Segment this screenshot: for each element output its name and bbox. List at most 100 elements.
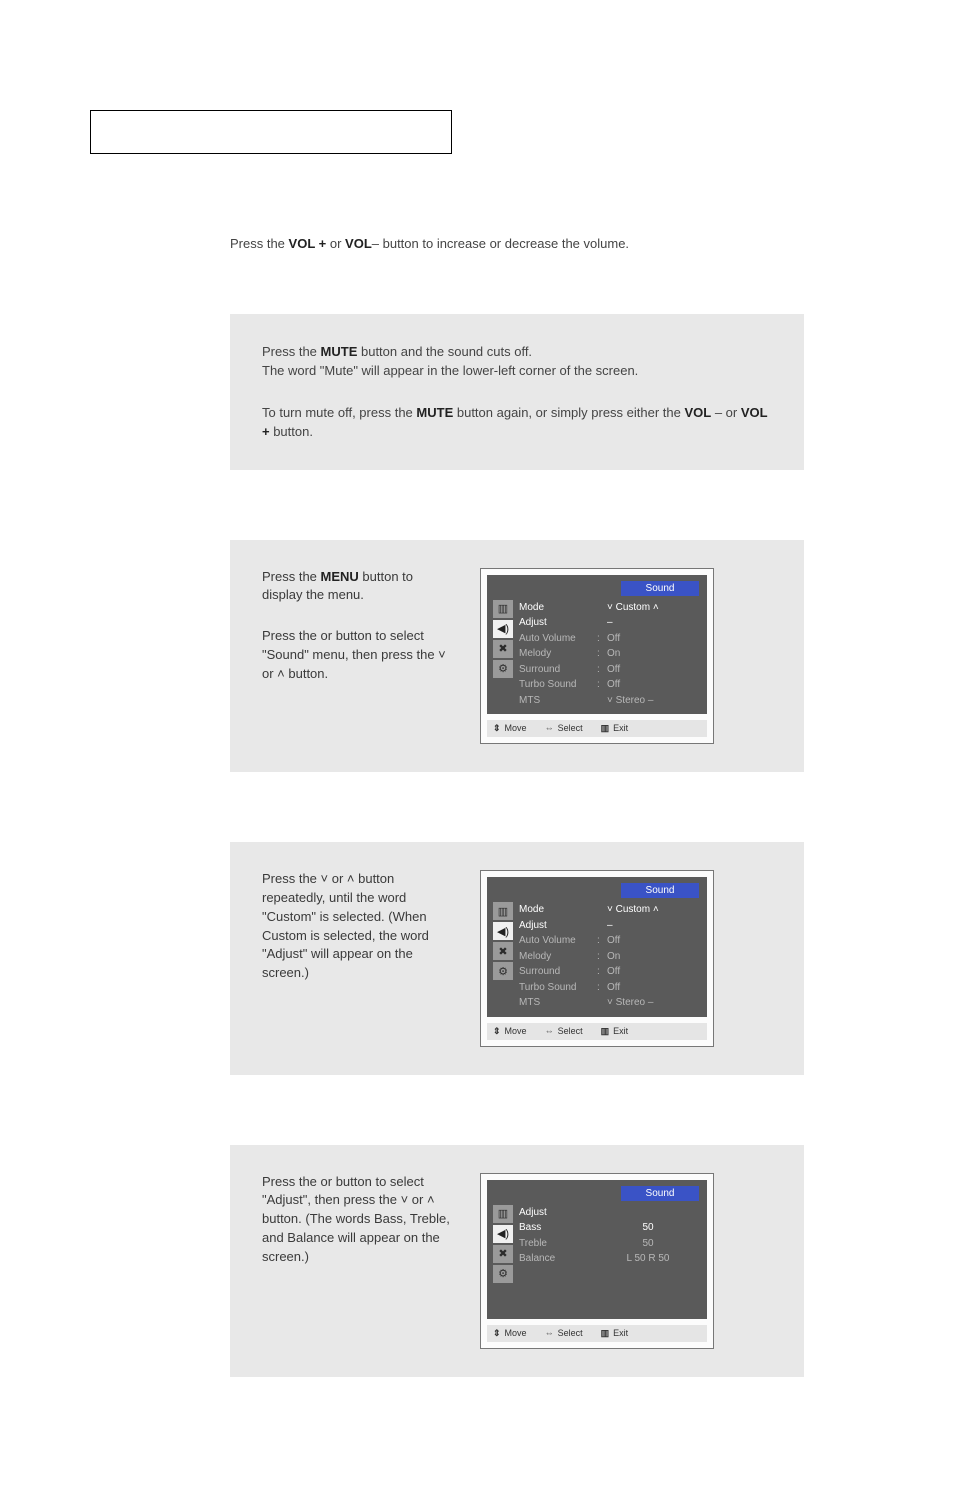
osd-row-colon: : — [597, 933, 607, 949]
osd-menu-row: Surround:Off — [519, 662, 699, 678]
osd-move-hint: Move — [493, 1026, 527, 1037]
osd-row-colon — [597, 918, 607, 934]
osd-exit-hint: Exit — [601, 1026, 629, 1037]
osd-row-value: On — [607, 949, 699, 965]
text: Press the — [230, 236, 289, 251]
sound-icon: ◀) — [493, 1225, 513, 1243]
setup-icon: ⚙ — [493, 1265, 513, 1283]
vol-minus-label: VOL — [345, 236, 372, 251]
osd-row-label: Adjust — [519, 918, 597, 934]
osd-row-colon — [597, 615, 607, 631]
osd-row-label: Melody — [519, 949, 597, 965]
text: Press the — [262, 569, 321, 584]
osd-row-colon: : — [597, 677, 607, 693]
text: Press the or button to select "Sound" me… — [262, 627, 452, 684]
osd-row-label: Auto Volume — [519, 631, 597, 647]
mute-button-label: MUTE — [321, 344, 358, 359]
osd-row-colon — [597, 995, 607, 1011]
osd-exit-hint: Exit — [601, 723, 629, 734]
osd-row-value: Off — [607, 980, 699, 996]
osd-menu-row: Mode˅ Custom ˄ — [519, 600, 699, 616]
picture-icon: ▥ — [493, 902, 513, 920]
osd-row-value: Off — [607, 677, 699, 693]
osd-move-hint: Move — [493, 1328, 527, 1339]
osd-menu-row: Adjust — [519, 1205, 699, 1221]
osd-row-label: Mode — [519, 902, 597, 918]
text: Press the — [262, 344, 321, 359]
osd-row-value: Off — [607, 631, 699, 647]
mute-section: Press the MUTE button and the sound cuts… — [230, 314, 804, 470]
osd-adjust-menu: Sound ▥ ◀) ✖ ⚙ AdjustBass50Treble50Balan… — [480, 1173, 714, 1350]
osd-menu-row: Treble50 — [519, 1236, 699, 1252]
osd-title: Sound — [621, 1186, 699, 1201]
osd-row-colon: : — [597, 964, 607, 980]
osd-footer: Move Select Exit — [487, 1023, 707, 1040]
osd-row-label: Surround — [519, 662, 597, 678]
osd-row-value: Off — [607, 662, 699, 678]
osd-exit-hint: Exit — [601, 1328, 629, 1339]
osd-row-value: ˅ Custom ˄ — [607, 902, 699, 918]
osd-row-label: Bass — [519, 1220, 597, 1236]
osd-menu-row: Melody:On — [519, 949, 699, 965]
osd-menu-row: MTS˅ Stereo – — [519, 693, 699, 709]
setup-icon: ⚙ — [493, 660, 513, 678]
text: – or — [711, 405, 741, 420]
osd-menu-row: Auto Volume:Off — [519, 933, 699, 949]
osd-row-value: ˅ Stereo – — [607, 693, 699, 709]
osd-row-colon — [597, 902, 607, 918]
sound-icon: ◀) — [493, 922, 513, 940]
osd-row-label: Turbo Sound — [519, 677, 597, 693]
vol-minus-label: VOL — [684, 405, 711, 420]
channel-icon: ✖ — [493, 640, 513, 658]
osd-row-label: Turbo Sound — [519, 980, 597, 996]
osd-row-value: 50 — [597, 1220, 699, 1236]
osd-move-hint: Move — [493, 723, 527, 734]
osd-row-colon: : — [597, 949, 607, 965]
osd-row-label: Adjust — [519, 615, 597, 631]
osd-row-value: – — [607, 615, 699, 631]
osd-select-hint: Select — [545, 723, 583, 734]
text: button. — [270, 424, 313, 439]
osd-title: Sound — [621, 581, 699, 596]
section-title-box — [90, 110, 452, 154]
osd-row-colon: : — [597, 662, 607, 678]
osd-row-label: Adjust — [519, 1205, 597, 1221]
osd-row-label: Balance — [519, 1251, 597, 1267]
step2-section: Press the ˅ or ˄ button repeatedly, unti… — [230, 842, 804, 1075]
osd-menu-row: Surround:Off — [519, 964, 699, 980]
osd-sound-menu: Sound ▥ ◀) ✖ ⚙ Mode˅ Custom ˄Adjust –Aut… — [480, 870, 714, 1047]
osd-sound-menu: Sound ▥ ◀) ✖ ⚙ Mode˅ Custom ˄Adjust –Aut… — [480, 568, 714, 745]
picture-icon: ▥ — [493, 1205, 513, 1223]
osd-category-icons: ▥ ◀) ✖ ⚙ — [493, 902, 513, 1011]
osd-menu-row: Turbo Sound:Off — [519, 980, 699, 996]
osd-menu-row: BalanceL 50 R 50 — [519, 1251, 699, 1267]
vol-plus-label: VOL + — [289, 236, 327, 251]
osd-row-colon — [597, 693, 607, 709]
text: – button to increase or decrease the vol… — [372, 236, 629, 251]
picture-icon: ▥ — [493, 600, 513, 618]
sound-icon: ◀) — [493, 620, 513, 638]
osd-title: Sound — [621, 883, 699, 898]
osd-row-label: Mode — [519, 600, 597, 616]
osd-row-colon: : — [597, 980, 607, 996]
osd-row-label: MTS — [519, 995, 597, 1011]
text: button again, or simply press either the — [453, 405, 684, 420]
osd-menu-row: Melody:On — [519, 646, 699, 662]
osd-menu-row: Adjust – — [519, 615, 699, 631]
osd-menu-row: Mode ˅ Custom ˄ — [519, 902, 699, 918]
osd-footer: Move Select Exit — [487, 720, 707, 737]
osd-row-label: Surround — [519, 964, 597, 980]
osd-row-value: ˅ Stereo – — [607, 995, 699, 1011]
osd-menu-row: Bass50 — [519, 1220, 699, 1236]
osd-row-value: Off — [607, 964, 699, 980]
channel-icon: ✖ — [493, 1245, 513, 1263]
osd-row-colon — [597, 600, 607, 616]
text: Press the or button to select "Adjust", … — [262, 1173, 452, 1267]
osd-row-colon: : — [597, 646, 607, 662]
text: To turn mute off, press the — [262, 405, 416, 420]
osd-footer: Move Select Exit — [487, 1325, 707, 1342]
osd-menu-row: Adjust – — [519, 918, 699, 934]
channel-icon: ✖ — [493, 942, 513, 960]
text: The word "Mute" will appear in the lower… — [262, 363, 638, 378]
osd-row-value: – — [607, 918, 699, 934]
